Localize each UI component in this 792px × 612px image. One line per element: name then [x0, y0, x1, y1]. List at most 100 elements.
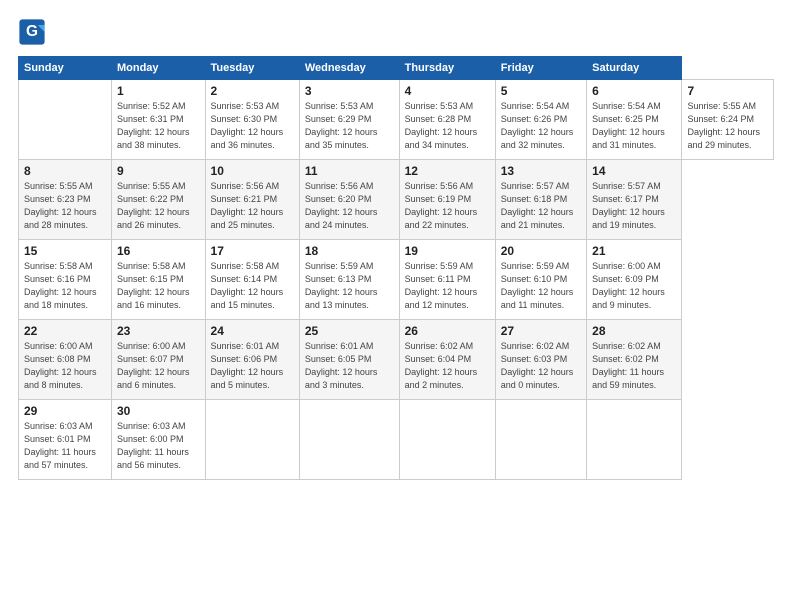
calendar-cell: 12 Sunrise: 5:56 AMSunset: 6:19 PMDaylig… [399, 160, 495, 240]
day-info: Sunrise: 6:00 AMSunset: 6:08 PMDaylight:… [24, 340, 106, 392]
calendar-cell: 17 Sunrise: 5:58 AMSunset: 6:14 PMDaylig… [205, 240, 299, 320]
calendar-cell: 15 Sunrise: 5:58 AMSunset: 6:16 PMDaylig… [19, 240, 112, 320]
day-info: Sunrise: 5:55 AMSunset: 6:23 PMDaylight:… [24, 180, 106, 232]
day-info: Sunrise: 6:02 AMSunset: 6:02 PMDaylight:… [592, 340, 676, 392]
day-number: 27 [501, 324, 581, 338]
day-number: 23 [117, 324, 200, 338]
day-info: Sunrise: 5:54 AMSunset: 6:26 PMDaylight:… [501, 100, 581, 152]
day-number: 22 [24, 324, 106, 338]
page-header: G [18, 18, 774, 46]
calendar-cell: 25 Sunrise: 6:01 AMSunset: 6:05 PMDaylig… [299, 320, 399, 400]
day-number: 11 [305, 164, 394, 178]
weekday-header-thursday: Thursday [399, 57, 495, 80]
day-number: 29 [24, 404, 106, 418]
calendar-cell: 9 Sunrise: 5:55 AMSunset: 6:22 PMDayligh… [111, 160, 205, 240]
calendar-cell: 28 Sunrise: 6:02 AMSunset: 6:02 PMDaylig… [587, 320, 682, 400]
logo-icon: G [18, 18, 46, 46]
day-number: 10 [211, 164, 294, 178]
day-info: Sunrise: 5:59 AMSunset: 6:10 PMDaylight:… [501, 260, 581, 312]
day-number: 14 [592, 164, 676, 178]
calendar-cell: 14 Sunrise: 5:57 AMSunset: 6:17 PMDaylig… [587, 160, 682, 240]
weekday-header-friday: Friday [495, 57, 586, 80]
calendar-cell: 1 Sunrise: 5:52 AMSunset: 6:31 PMDayligh… [111, 80, 205, 160]
day-number: 8 [24, 164, 106, 178]
calendar-cell: 4 Sunrise: 5:53 AMSunset: 6:28 PMDayligh… [399, 80, 495, 160]
calendar-cell: 26 Sunrise: 6:02 AMSunset: 6:04 PMDaylig… [399, 320, 495, 400]
day-info: Sunrise: 5:57 AMSunset: 6:17 PMDaylight:… [592, 180, 676, 232]
day-number: 28 [592, 324, 676, 338]
day-info: Sunrise: 5:53 AMSunset: 6:30 PMDaylight:… [211, 100, 294, 152]
calendar-cell: 2 Sunrise: 5:53 AMSunset: 6:30 PMDayligh… [205, 80, 299, 160]
weekday-header-tuesday: Tuesday [205, 57, 299, 80]
calendar-cell: 16 Sunrise: 5:58 AMSunset: 6:15 PMDaylig… [111, 240, 205, 320]
day-info: Sunrise: 5:53 AMSunset: 6:29 PMDaylight:… [305, 100, 394, 152]
day-info: Sunrise: 5:56 AMSunset: 6:21 PMDaylight:… [211, 180, 294, 232]
day-info: Sunrise: 6:00 AMSunset: 6:07 PMDaylight:… [117, 340, 200, 392]
calendar-cell: 10 Sunrise: 5:56 AMSunset: 6:21 PMDaylig… [205, 160, 299, 240]
logo: G [18, 18, 50, 46]
day-number: 30 [117, 404, 200, 418]
day-info: Sunrise: 5:58 AMSunset: 6:14 PMDaylight:… [211, 260, 294, 312]
day-number: 21 [592, 244, 676, 258]
day-info: Sunrise: 5:56 AMSunset: 6:19 PMDaylight:… [405, 180, 490, 232]
day-info: Sunrise: 6:03 AMSunset: 6:01 PMDaylight:… [24, 420, 106, 472]
day-info: Sunrise: 5:58 AMSunset: 6:15 PMDaylight:… [117, 260, 200, 312]
day-info: Sunrise: 5:58 AMSunset: 6:16 PMDaylight:… [24, 260, 106, 312]
day-number: 16 [117, 244, 200, 258]
calendar-cell: 18 Sunrise: 5:59 AMSunset: 6:13 PMDaylig… [299, 240, 399, 320]
day-number: 25 [305, 324, 394, 338]
calendar-cell [495, 400, 586, 480]
calendar-cell: 5 Sunrise: 5:54 AMSunset: 6:26 PMDayligh… [495, 80, 586, 160]
day-number: 1 [117, 84, 200, 98]
day-info: Sunrise: 6:00 AMSunset: 6:09 PMDaylight:… [592, 260, 676, 312]
day-info: Sunrise: 6:02 AMSunset: 6:03 PMDaylight:… [501, 340, 581, 392]
empty-cell [19, 80, 112, 160]
calendar-cell: 3 Sunrise: 5:53 AMSunset: 6:29 PMDayligh… [299, 80, 399, 160]
calendar-cell: 13 Sunrise: 5:57 AMSunset: 6:18 PMDaylig… [495, 160, 586, 240]
day-info: Sunrise: 5:56 AMSunset: 6:20 PMDaylight:… [305, 180, 394, 232]
day-number: 2 [211, 84, 294, 98]
weekday-header-monday: Monday [111, 57, 205, 80]
day-number: 13 [501, 164, 581, 178]
day-info: Sunrise: 5:53 AMSunset: 6:28 PMDaylight:… [405, 100, 490, 152]
day-number: 3 [305, 84, 394, 98]
day-number: 4 [405, 84, 490, 98]
calendar-cell: 19 Sunrise: 5:59 AMSunset: 6:11 PMDaylig… [399, 240, 495, 320]
day-number: 17 [211, 244, 294, 258]
calendar-cell: 8 Sunrise: 5:55 AMSunset: 6:23 PMDayligh… [19, 160, 112, 240]
calendar-cell: 27 Sunrise: 6:02 AMSunset: 6:03 PMDaylig… [495, 320, 586, 400]
day-info: Sunrise: 6:03 AMSunset: 6:00 PMDaylight:… [117, 420, 200, 472]
calendar-cell [299, 400, 399, 480]
day-number: 18 [305, 244, 394, 258]
day-number: 15 [24, 244, 106, 258]
day-info: Sunrise: 5:52 AMSunset: 6:31 PMDaylight:… [117, 100, 200, 152]
calendar-cell [587, 400, 682, 480]
day-info: Sunrise: 5:54 AMSunset: 6:25 PMDaylight:… [592, 100, 676, 152]
calendar-cell [399, 400, 495, 480]
calendar-cell: 23 Sunrise: 6:00 AMSunset: 6:07 PMDaylig… [111, 320, 205, 400]
day-info: Sunrise: 5:59 AMSunset: 6:13 PMDaylight:… [305, 260, 394, 312]
svg-text:G: G [26, 23, 38, 40]
day-number: 19 [405, 244, 490, 258]
day-info: Sunrise: 6:02 AMSunset: 6:04 PMDaylight:… [405, 340, 490, 392]
weekday-header-saturday: Saturday [587, 57, 682, 80]
day-number: 5 [501, 84, 581, 98]
calendar-cell: 30 Sunrise: 6:03 AMSunset: 6:00 PMDaylig… [111, 400, 205, 480]
calendar-cell: 21 Sunrise: 6:00 AMSunset: 6:09 PMDaylig… [587, 240, 682, 320]
day-info: Sunrise: 5:59 AMSunset: 6:11 PMDaylight:… [405, 260, 490, 312]
day-number: 7 [687, 84, 768, 98]
day-info: Sunrise: 5:55 AMSunset: 6:22 PMDaylight:… [117, 180, 200, 232]
calendar-cell: 7 Sunrise: 5:55 AMSunset: 6:24 PMDayligh… [682, 80, 774, 160]
calendar-cell: 6 Sunrise: 5:54 AMSunset: 6:25 PMDayligh… [587, 80, 682, 160]
calendar-cell: 29 Sunrise: 6:03 AMSunset: 6:01 PMDaylig… [19, 400, 112, 480]
calendar-cell: 24 Sunrise: 6:01 AMSunset: 6:06 PMDaylig… [205, 320, 299, 400]
calendar-cell: 11 Sunrise: 5:56 AMSunset: 6:20 PMDaylig… [299, 160, 399, 240]
calendar-cell: 22 Sunrise: 6:00 AMSunset: 6:08 PMDaylig… [19, 320, 112, 400]
weekday-header-wednesday: Wednesday [299, 57, 399, 80]
day-number: 9 [117, 164, 200, 178]
day-number: 6 [592, 84, 676, 98]
day-info: Sunrise: 6:01 AMSunset: 6:06 PMDaylight:… [211, 340, 294, 392]
weekday-header-sunday: Sunday [19, 57, 112, 80]
day-info: Sunrise: 5:57 AMSunset: 6:18 PMDaylight:… [501, 180, 581, 232]
day-number: 26 [405, 324, 490, 338]
